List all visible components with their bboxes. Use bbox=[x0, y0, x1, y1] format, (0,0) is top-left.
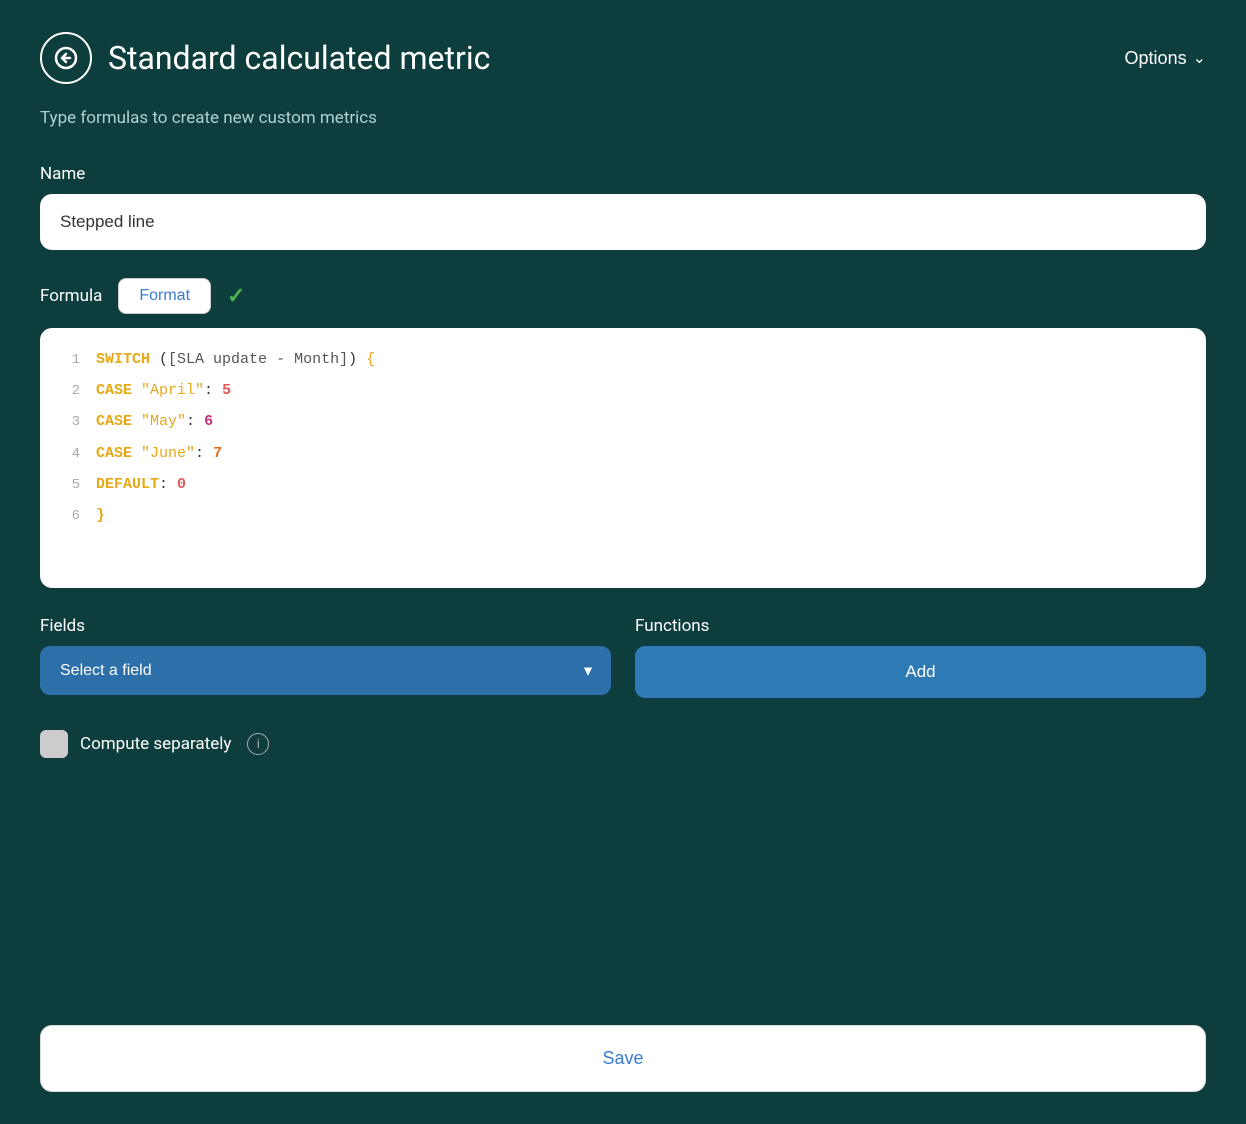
check-icon: ✓ bbox=[227, 284, 245, 309]
functions-label: Functions bbox=[635, 616, 1206, 636]
fields-functions-row: Fields Select a field ▼ Functions Add bbox=[40, 616, 1206, 698]
functions-section: Functions Add bbox=[635, 616, 1206, 698]
compute-row: Compute separately i bbox=[40, 730, 1206, 758]
header: Standard calculated metric Options ⌄ bbox=[40, 32, 1206, 84]
name-input[interactable] bbox=[40, 194, 1206, 250]
code-line-3: 3 CASE "May": 6 bbox=[40, 406, 1206, 437]
chevron-down-icon: ⌄ bbox=[1193, 48, 1206, 68]
select-field-wrapper: Select a field ▼ bbox=[40, 646, 611, 695]
code-editor[interactable]: 1 SWITCH ([SLA update - Month]) { 2 CASE… bbox=[40, 328, 1206, 588]
header-left: Standard calculated metric bbox=[40, 32, 490, 84]
code-line-5: 5 DEFAULT: 0 bbox=[40, 469, 1206, 500]
page-title: Standard calculated metric bbox=[108, 39, 490, 77]
name-label: Name bbox=[40, 164, 1206, 184]
add-button[interactable]: Add bbox=[635, 646, 1206, 698]
name-section: Name bbox=[40, 164, 1206, 250]
format-button[interactable]: Format bbox=[118, 278, 211, 314]
fields-label: Fields bbox=[40, 616, 611, 636]
back-button[interactable] bbox=[40, 32, 92, 84]
page-container: Standard calculated metric Options ⌄ Typ… bbox=[0, 0, 1246, 1124]
formula-label: Formula bbox=[40, 286, 102, 306]
compute-label: Compute separately bbox=[80, 734, 231, 754]
code-line-1: 1 SWITCH ([SLA update - Month]) { bbox=[40, 344, 1206, 375]
options-label: Options bbox=[1125, 48, 1187, 69]
code-line-2: 2 CASE "April": 5 bbox=[40, 375, 1206, 406]
code-line-6: 6 } bbox=[40, 500, 1206, 531]
fields-section: Fields Select a field ▼ bbox=[40, 616, 611, 698]
info-icon[interactable]: i bbox=[247, 733, 269, 755]
save-button[interactable]: Save bbox=[40, 1025, 1206, 1092]
field-select[interactable]: Select a field bbox=[40, 646, 611, 695]
subtitle: Type formulas to create new custom metri… bbox=[40, 108, 1206, 128]
options-button[interactable]: Options ⌄ bbox=[1125, 48, 1206, 69]
compute-separately-checkbox[interactable] bbox=[40, 730, 68, 758]
formula-header: Formula Format ✓ bbox=[40, 278, 1206, 314]
code-line-4: 4 CASE "June": 7 bbox=[40, 438, 1206, 469]
